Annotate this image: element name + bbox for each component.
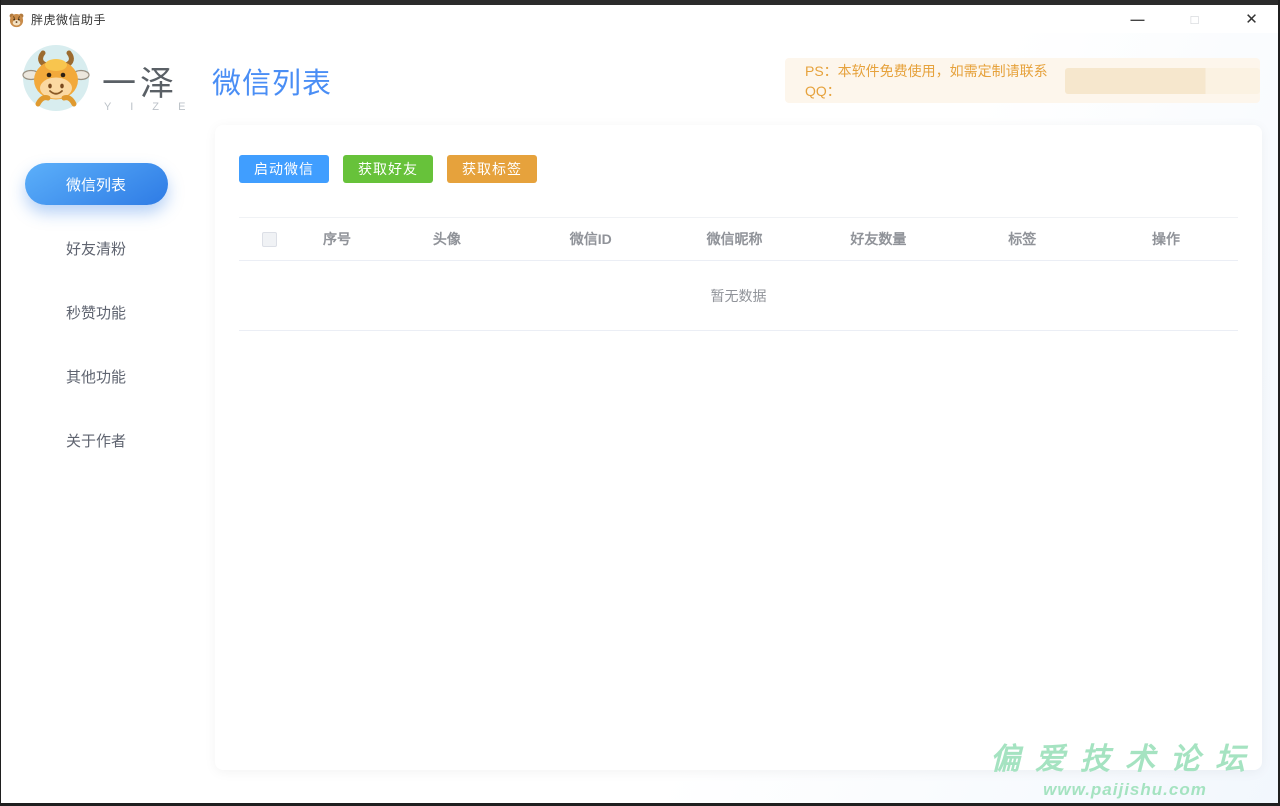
empty-state-text: 暂无数据 [711, 286, 767, 306]
app-title: 胖虎微信助手 [31, 11, 106, 28]
maximize-button[interactable]: □ [1166, 5, 1223, 33]
sidebar-item-friend-clean[interactable]: 好友清粉 [0, 227, 192, 269]
titlebar[interactable]: 胖虎微信助手 — □ ✕ [0, 5, 1280, 33]
get-tags-button[interactable]: 获取标签 [447, 155, 537, 183]
brand-name: 一泽 [102, 56, 178, 105]
app-tiger-icon [8, 11, 25, 28]
sidebar: 微信列表 好友清粉 秒赞功能 其他功能 关于作者 [0, 163, 192, 461]
content-card: 启动微信 获取好友 获取标签 序号 头像 微信ID 微信昵称 好友数量 标签 操… [215, 125, 1262, 770]
window-controls: — □ ✕ [1109, 5, 1280, 33]
watermark-url: www.paijishu.com [990, 780, 1260, 800]
sidebar-item-wechat-list[interactable]: 微信列表 [25, 163, 168, 205]
header-nickname: 微信昵称 [663, 229, 807, 249]
redacted-qq-block [1065, 68, 1260, 94]
notice-text: PS：本软件免费使用，如需定制请联系QQ： [805, 61, 1061, 101]
sidebar-item-about-author[interactable]: 关于作者 [0, 419, 192, 461]
get-friends-button[interactable]: 获取好友 [343, 155, 433, 183]
screen-edge-left [0, 0, 1, 806]
header-actions: 操作 [1094, 229, 1238, 249]
ox-logo-icon [22, 44, 90, 112]
sidebar-item-instant-like[interactable]: 秒赞功能 [0, 291, 192, 333]
header-index: 序号 [299, 229, 375, 249]
header-tags: 标签 [950, 229, 1094, 249]
toolbar: 启动微信 获取好友 获取标签 [239, 155, 1238, 183]
brand-letters: Y I Z E [104, 101, 193, 113]
notice-banner: PS：本软件免费使用，如需定制请联系QQ： [785, 58, 1260, 103]
start-wechat-button[interactable]: 启动微信 [239, 155, 329, 183]
header-avatar: 头像 [375, 229, 519, 249]
empty-state: 暂无数据 [239, 261, 1238, 331]
table-header-row: 序号 头像 微信ID 微信昵称 好友数量 标签 操作 [239, 217, 1238, 261]
select-all-checkbox[interactable] [262, 232, 277, 247]
page-title: 微信列表 [212, 60, 332, 102]
minimize-button[interactable]: — [1109, 5, 1166, 33]
header-wechat-id: 微信ID [519, 229, 663, 249]
header-friend-count: 好友数量 [806, 229, 950, 249]
select-all-cell [239, 232, 299, 247]
sidebar-item-other-functions[interactable]: 其他功能 [0, 355, 192, 397]
screen-edge-top [0, 0, 1280, 5]
close-button[interactable]: ✕ [1223, 5, 1280, 33]
